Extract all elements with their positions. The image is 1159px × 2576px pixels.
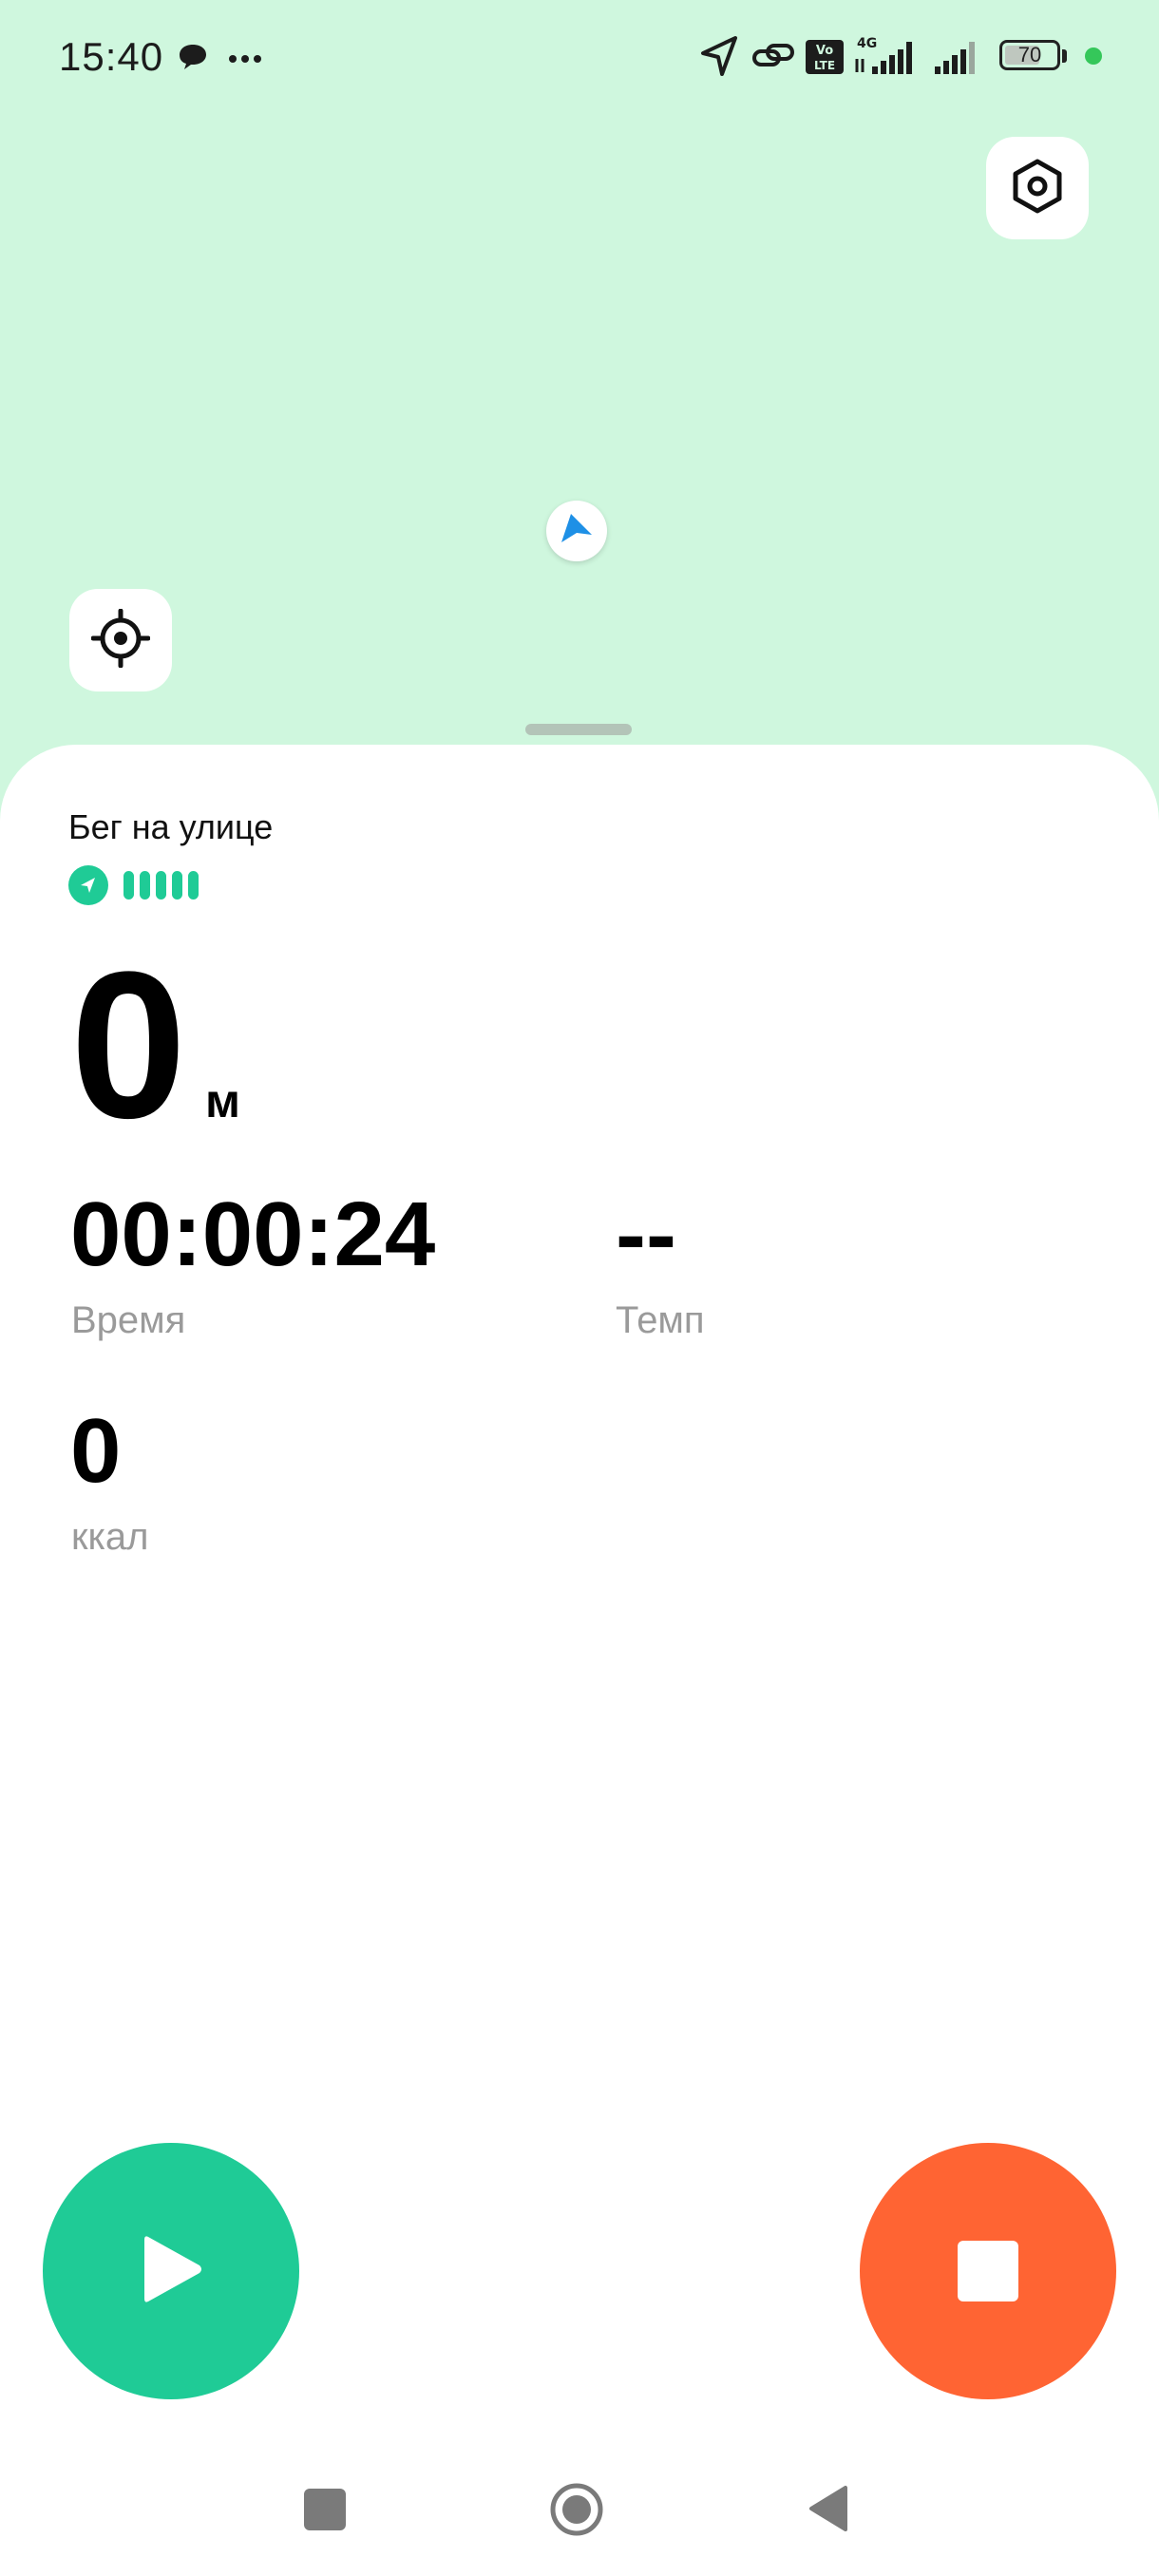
- battery-tip: [1062, 49, 1067, 63]
- sheet-drag-handle[interactable]: [525, 724, 632, 735]
- back-triangle-icon[interactable]: [808, 2484, 849, 2538]
- location-arrow-icon: [699, 34, 739, 82]
- crosshair-icon: [90, 608, 151, 672]
- status-bar: 15:40 Vo LTE 4G 70: [0, 0, 1159, 114]
- battery-level: 70: [1017, 43, 1042, 66]
- gps-signal-bar: [188, 871, 199, 900]
- navigation-arrow-icon: [558, 510, 596, 553]
- locate-me-button[interactable]: [69, 589, 172, 691]
- gps-signal-indicator: [68, 865, 204, 905]
- calories-value: 0: [70, 1400, 122, 1502]
- resume-button[interactable]: [43, 2143, 299, 2399]
- calories-label: ккал: [71, 1516, 149, 1558]
- hexagon-settings-icon: [1011, 158, 1064, 219]
- activity-title: Бег на улице: [68, 807, 274, 846]
- stop-button[interactable]: [860, 2143, 1116, 2399]
- recents-square-icon[interactable]: [304, 2489, 346, 2535]
- distance-unit: м: [205, 1074, 240, 1127]
- time-value: 00:00:24: [70, 1184, 436, 1285]
- svg-text:Vo: Vo: [816, 44, 833, 58]
- distance-value: 0: [70, 928, 187, 1162]
- play-icon: [135, 2229, 207, 2314]
- status-time: 15:40: [59, 34, 164, 79]
- gps-signal-bar: [172, 871, 182, 900]
- chat-bubble-icon: [177, 42, 209, 77]
- current-location-marker: [546, 501, 607, 561]
- svg-text:LTE: LTE: [814, 59, 835, 72]
- stop-icon: [958, 2241, 1018, 2301]
- signal-icon: 4G: [853, 34, 923, 82]
- status-dot: [1085, 47, 1102, 65]
- settings-button[interactable]: [986, 137, 1089, 239]
- map-view[interactable]: [0, 0, 1159, 836]
- more-dots-icon: [228, 51, 262, 68]
- pace-label: Темп: [616, 1299, 705, 1341]
- gps-signal-bar: [156, 871, 166, 900]
- volte-icon: Vo LTE: [806, 40, 844, 87]
- gps-signal-bar: [140, 871, 150, 900]
- gps-arrow-icon: [68, 865, 108, 905]
- gps-signal-bar: [124, 871, 134, 900]
- time-label: Время: [71, 1299, 186, 1341]
- pace-value: --: [616, 1184, 676, 1285]
- svg-text:4G: 4G: [857, 36, 877, 51]
- link-icon: [750, 34, 796, 82]
- home-circle-icon[interactable]: [548, 2481, 605, 2543]
- battery-icon: 70: [999, 40, 1060, 70]
- signal-icon-2: [933, 34, 986, 82]
- screen: 15:40 Vo LTE 4G 70 Бег на улице 0 м 00:0…: [0, 0, 1159, 2576]
